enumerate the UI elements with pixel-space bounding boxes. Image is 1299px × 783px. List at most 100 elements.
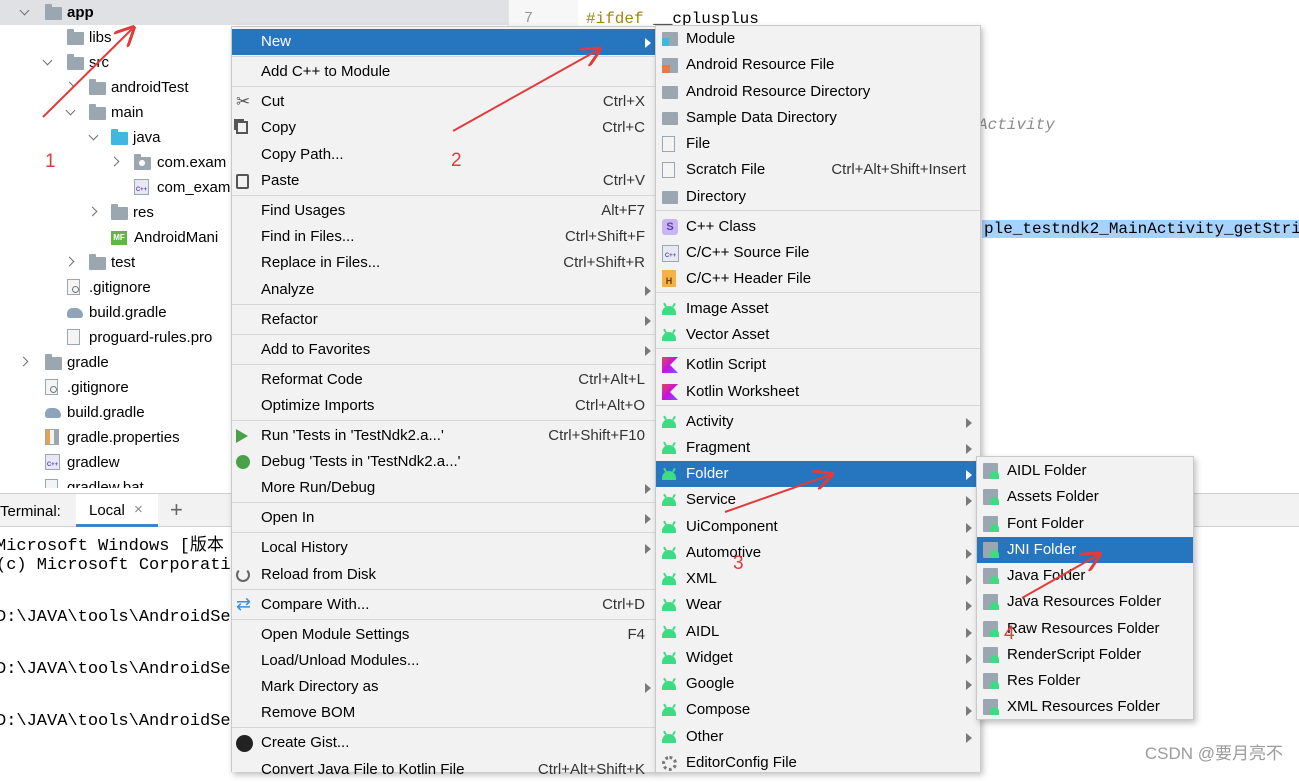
menu-item-java-folder[interactable]: Java Folder — [977, 563, 1193, 589]
tree-item-label: libs — [89, 29, 112, 46]
menu-item-aidl[interactable]: AIDL — [656, 619, 980, 645]
menu-item-run-tests-in-testndk2-a[interactable]: Run 'Tests in 'TestNdk2.a...' Ctrl+Shift+… — [232, 423, 655, 449]
menu-item-file[interactable]: File — [656, 131, 980, 157]
menu-item-label: RenderScript Folder — [1007, 646, 1142, 663]
menu-item-mark-directory-as[interactable]: Mark Directory as — [232, 674, 655, 700]
resource-file-icon — [662, 58, 678, 73]
menu-item-optimize-imports[interactable]: Optimize Imports Ctrl+Alt+O — [232, 393, 655, 419]
menu-item-kotlin-script[interactable]: Kotlin Script — [656, 352, 980, 378]
chevron-right-icon[interactable] — [20, 357, 29, 366]
menu-item-font-folder[interactable]: Font Folder — [977, 511, 1193, 537]
menu-item-automotive[interactable]: Automotive — [656, 540, 980, 566]
menu-item-open-in[interactable]: Open In — [232, 505, 655, 531]
menu-item-c-c++-source-file[interactable]: C++ C/C++ Source File — [656, 240, 980, 266]
menu-item-open-module-settings[interactable]: Open Module Settings F4 — [232, 622, 655, 648]
menu-item-assets-folder[interactable]: Assets Folder — [977, 484, 1193, 510]
menu-item-label: UiComponent — [686, 518, 778, 535]
menu-item-paste[interactable]: Paste Ctrl+V — [232, 168, 655, 194]
menu-item-folder[interactable]: Folder — [656, 461, 980, 487]
chevron-right-icon[interactable] — [111, 157, 120, 166]
menu-item-scratch-file[interactable]: Scratch File Ctrl+Alt+Shift+Insert — [656, 157, 980, 183]
menu-item-renderscript-folder[interactable]: RenderScript Folder — [977, 642, 1193, 668]
menu-item-convert-java-file-to-kotlin-file[interactable]: Convert Java File to Kotlin File Ctrl+Alt… — [232, 757, 655, 783]
chevron-down-icon[interactable] — [66, 107, 75, 116]
chevron-down-icon[interactable] — [20, 7, 29, 16]
menu-separator — [656, 405, 980, 406]
tree-item[interactable]: app — [0, 0, 508, 25]
menu-item-activity[interactable]: Activity — [656, 409, 980, 435]
menu-item-replace-in-files[interactable]: Replace in Files... Ctrl+Shift+R — [232, 250, 655, 276]
menu-item-analyze[interactable]: Analyze — [232, 277, 655, 303]
line-number: 7 — [524, 10, 534, 27]
menu-item-fragment[interactable]: Fragment — [656, 435, 980, 461]
menu-item-compare-with[interactable]: Compare With... Ctrl+D — [232, 591, 655, 618]
menu-item-copy-path[interactable]: Copy Path... — [232, 142, 655, 168]
menu-item-add-to-favorites[interactable]: Add to Favorites — [232, 337, 655, 363]
menu-item-java-resources-folder[interactable]: Java Resources Folder — [977, 589, 1193, 615]
tree-item-label: main — [111, 104, 144, 121]
menu-item-create-gist[interactable]: Create Gist... — [232, 730, 655, 756]
menu-item-label: Kotlin Worksheet — [686, 383, 800, 400]
menu-item-sample-data-directory[interactable]: Sample Data Directory — [656, 105, 980, 131]
menu-item-other[interactable]: Other — [656, 724, 980, 750]
menu-item-add-c++-to-module[interactable]: Add C++ to Module — [232, 59, 655, 85]
menu-item-res-folder[interactable]: Res Folder — [977, 668, 1193, 694]
menu-item-shortcut: Ctrl+Shift+R — [563, 254, 645, 271]
menu-item-cut[interactable]: Cut Ctrl+X — [232, 89, 655, 115]
android-folder-icon — [983, 699, 999, 715]
chevron-down-icon[interactable] — [43, 57, 52, 66]
resource-folder-icon — [111, 204, 128, 220]
menu-item-debug-tests-in-testndk2-a[interactable]: Debug 'Tests in 'TestNdk2.a...' — [232, 449, 655, 475]
menu-item-c++-class[interactable]: S C++ Class — [656, 214, 980, 240]
menu-item-vector-asset[interactable]: Vector Asset — [656, 322, 980, 348]
menu-item-label: Automotive — [686, 544, 762, 561]
menu-item-service[interactable]: Service — [656, 487, 980, 513]
menu-item-xml[interactable]: XML — [656, 566, 980, 592]
menu-item-uicomponent[interactable]: UiComponent — [656, 514, 980, 540]
chevron-right-icon[interactable] — [66, 257, 75, 266]
menu-item-refactor[interactable]: Refactor — [232, 307, 655, 333]
menu-item-more-run-debug[interactable]: More Run/Debug — [232, 475, 655, 501]
menu-item-editorconfig-file[interactable]: EditorConfig File — [656, 750, 980, 776]
menu-item-remove-bom[interactable]: Remove BOM — [232, 700, 655, 726]
close-icon[interactable]: × — [134, 501, 143, 518]
terminal-tab-local[interactable]: Local × — [76, 494, 158, 527]
menu-item-jni-folder[interactable]: JNI Folder — [977, 537, 1193, 563]
android-icon — [662, 524, 676, 533]
menu-item-c-c++-header-file[interactable]: H C/C++ Header File — [656, 266, 980, 292]
menu-item-reformat-code[interactable]: Reformat Code Ctrl+Alt+L — [232, 367, 655, 393]
tree-item-label: AndroidMani — [134, 229, 219, 246]
menu-item-label: Paste — [261, 172, 300, 189]
menu-item-aidl-folder[interactable]: AIDL Folder — [977, 458, 1193, 484]
menu-item-compose[interactable]: Compose — [656, 697, 980, 723]
add-terminal-button[interactable]: + — [170, 497, 183, 523]
menu-item-kotlin-worksheet[interactable]: Kotlin Worksheet — [656, 379, 980, 405]
menu-item-image-asset[interactable]: Image Asset — [656, 296, 980, 322]
menu-item-reload-from-disk[interactable]: Reload from Disk — [232, 562, 655, 588]
menu-item-android-resource-directory[interactable]: Android Resource Directory — [656, 79, 980, 105]
menu-item-copy[interactable]: Copy Ctrl+C — [232, 115, 655, 141]
menu-item-wear[interactable]: Wear — [656, 592, 980, 618]
menu-item-load-unload-modules[interactable]: Load/Unload Modules... — [232, 648, 655, 674]
tree-item-label: com_exam — [157, 179, 231, 196]
menu-item-shortcut: Ctrl+Shift+F — [564, 228, 645, 245]
menu-item-shortcut: Ctrl+Alt+O — [574, 397, 645, 414]
menu-item-local-history[interactable]: Local History — [232, 535, 655, 561]
menu-item-widget[interactable]: Widget — [656, 645, 980, 671]
menu-item-xml-resources-folder[interactable]: XML Resources Folder — [977, 694, 1193, 720]
chevron-down-icon[interactable] — [89, 132, 98, 141]
menu-item-android-resource-file[interactable]: Android Resource File — [656, 52, 980, 78]
menu-item-new[interactable]: New — [232, 29, 655, 55]
chevron-right-icon[interactable] — [89, 207, 98, 216]
menu-item-find-in-files[interactable]: Find in Files... Ctrl+Shift+F — [232, 224, 655, 250]
menu-item-module[interactable]: Module — [656, 26, 980, 52]
menu-separator — [232, 589, 655, 590]
menu-item-directory[interactable]: Directory — [656, 184, 980, 210]
menu-item-label: Load/Unload Modules... — [261, 652, 420, 669]
chevron-right-icon[interactable] — [66, 82, 75, 91]
context-menu: NewAdd C++ to ModuleCutCtrl+XCopyCtrl+CC… — [231, 26, 656, 778]
menu-item-google[interactable]: Google — [656, 671, 980, 697]
menu-item-label: Android Resource Directory — [686, 83, 871, 100]
terminal-line: (c) Microsoft Corporatio — [0, 556, 241, 575]
menu-item-find-usages[interactable]: Find Usages Alt+F7 — [232, 198, 655, 224]
